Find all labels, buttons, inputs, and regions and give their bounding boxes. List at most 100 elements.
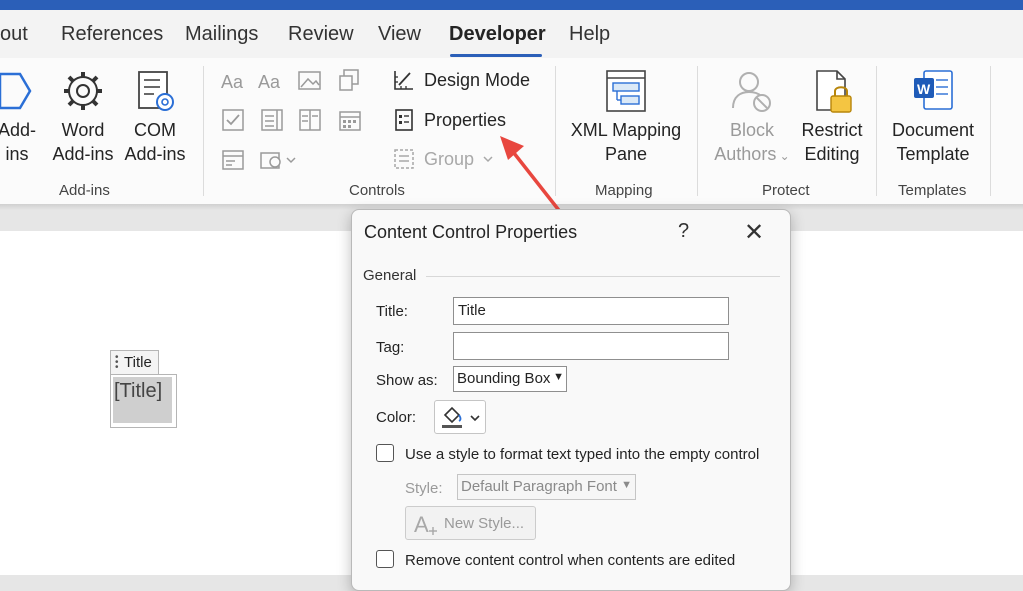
- tab-mailings[interactable]: Mailings: [185, 23, 258, 46]
- chevron-down-icon: [470, 415, 480, 422]
- drop-down-control-icon[interactable]: [298, 108, 322, 132]
- restrict-editing-icon: [816, 70, 852, 113]
- show-as-value: Bounding Box: [457, 370, 551, 387]
- legacy-tools-icon[interactable]: [221, 148, 247, 172]
- title-input[interactable]: Title: [453, 297, 729, 325]
- title-field-label: Title:: [376, 303, 408, 320]
- picture-control-icon[interactable]: [298, 70, 322, 92]
- ribbon-separator: [697, 66, 698, 196]
- group-button[interactable]: Group: [392, 147, 494, 171]
- title-bar-strip: [0, 0, 1023, 10]
- svg-text:Aa: Aa: [258, 72, 281, 92]
- show-as-select[interactable]: Bounding Box ▼: [453, 366, 567, 392]
- group-label-add-ins: Add-ins: [59, 182, 110, 199]
- date-picker-control-icon[interactable]: [338, 108, 362, 132]
- content-control-properties-dialog: Content Control Properties ? ✕ General T…: [351, 209, 791, 591]
- plain-text-control-icon[interactable]: Aa: [258, 70, 284, 92]
- content-control-tab-label: Title: [124, 354, 152, 371]
- design-mode-label: Design Mode: [424, 69, 531, 90]
- close-icon[interactable]: ✕: [744, 218, 764, 247]
- document-template-button[interactable]: W Document Template: [886, 68, 980, 166]
- block-authors-icon: [732, 72, 771, 112]
- ribbon-tabs: out References Mailings Review View Deve…: [0, 10, 1023, 58]
- group-label-protect: Protect: [762, 182, 810, 199]
- com-add-ins-icon: [138, 71, 174, 111]
- get-add-ins-line2: ins: [5, 144, 29, 164]
- group-label: Group: [424, 148, 475, 169]
- tab-developer[interactable]: Developer: [449, 23, 546, 46]
- checkbox-control-icon[interactable]: [221, 108, 245, 132]
- repeating-section-icon[interactable]: [259, 148, 299, 172]
- svg-text:A: A: [414, 512, 429, 536]
- ribbon-separator: [203, 66, 204, 196]
- properties-label: Properties: [424, 109, 507, 130]
- remove-control-label: Remove content control when contents are…: [405, 552, 736, 569]
- svg-text:Aa: Aa: [221, 72, 244, 92]
- color-picker-button[interactable]: [434, 400, 486, 434]
- get-add-ins-button[interactable]: Add- ins: [0, 68, 40, 166]
- xml-mapping-line1: XML Mapping: [570, 120, 682, 140]
- rich-text-control-icon[interactable]: Aa: [221, 70, 247, 92]
- tag-field-label: Tag:: [376, 339, 405, 356]
- document-template-line1: Document: [891, 120, 975, 140]
- word-add-ins-line2: Add-ins: [52, 144, 114, 164]
- group-label-mapping: Mapping: [595, 182, 653, 199]
- tab-layout[interactable]: out: [0, 23, 28, 46]
- building-block-control-icon[interactable]: [338, 68, 362, 92]
- xml-mapping-pane-button[interactable]: XML Mapping Pane: [566, 68, 686, 166]
- tab-view[interactable]: View: [378, 23, 421, 46]
- com-add-ins-button[interactable]: COM Add-ins: [122, 68, 188, 166]
- group-label-controls: Controls: [349, 182, 405, 199]
- block-authors-line2: Authors: [714, 144, 777, 164]
- design-mode-icon: [394, 71, 413, 90]
- content-control-placeholder: [Title]: [114, 380, 163, 402]
- restrict-editing-line2: Editing: [804, 144, 860, 164]
- document-template-line2: Template: [896, 144, 970, 164]
- gear-icon: [64, 72, 102, 110]
- combo-box-control-icon[interactable]: [260, 108, 284, 132]
- help-icon[interactable]: ?: [678, 220, 689, 243]
- ribbon-separator: [990, 66, 991, 196]
- com-add-ins-line1: COM: [134, 120, 176, 140]
- use-style-checkbox[interactable]: [376, 444, 394, 462]
- properties-icon: [395, 109, 413, 131]
- svg-text:W: W: [917, 81, 931, 97]
- style-value: Default Paragraph Font: [461, 478, 617, 495]
- xml-mapping-icon: [606, 70, 646, 112]
- chevron-down-icon: ▼: [621, 479, 632, 491]
- style-label: Style:: [405, 480, 443, 497]
- paint-bucket-icon: [442, 406, 462, 428]
- design-mode-button[interactable]: Design Mode: [392, 68, 530, 92]
- drag-handle-icon[interactable]: • • •: [115, 353, 119, 373]
- section-divider: [426, 276, 780, 277]
- word-document-icon: W: [914, 70, 953, 110]
- new-style-icon: A: [414, 512, 437, 536]
- tab-help[interactable]: Help: [569, 23, 610, 46]
- new-style-button[interactable]: A New Style...: [405, 506, 536, 540]
- xml-mapping-line2: Pane: [604, 144, 648, 164]
- active-tab-indicator: [450, 54, 542, 57]
- block-authors-line1: Block: [729, 120, 774, 140]
- group-icon: [394, 149, 414, 169]
- block-authors-button[interactable]: Block Authors ⌄: [708, 68, 796, 168]
- properties-button[interactable]: Properties: [392, 108, 506, 132]
- style-select[interactable]: Default Paragraph Font ▼: [457, 474, 636, 500]
- tab-references[interactable]: References: [61, 23, 163, 46]
- tag-input[interactable]: [453, 332, 729, 360]
- remove-control-checkbox[interactable]: [376, 550, 394, 568]
- color-label: Color:: [376, 409, 417, 426]
- tab-review[interactable]: Review: [288, 23, 354, 46]
- chevron-down-icon: ▼: [553, 371, 564, 383]
- show-as-label: Show as:: [376, 372, 438, 389]
- content-control-tab[interactable]: • • • Title: [110, 350, 159, 375]
- word-add-ins-line1: Word: [61, 120, 105, 140]
- group-label-templates: Templates: [898, 182, 967, 199]
- restrict-editing-button[interactable]: Restrict Editing: [798, 68, 866, 166]
- content-control-box[interactable]: [Title]: [110, 374, 177, 428]
- hexagon-icon: [0, 72, 32, 110]
- word-add-ins-button[interactable]: Word Add-ins: [48, 68, 118, 166]
- ribbon-separator: [876, 66, 877, 196]
- use-style-label: Use a style to format text typed into th…: [405, 446, 760, 463]
- new-style-label: New Style...: [444, 515, 525, 532]
- com-add-ins-line2: Add-ins: [124, 144, 186, 164]
